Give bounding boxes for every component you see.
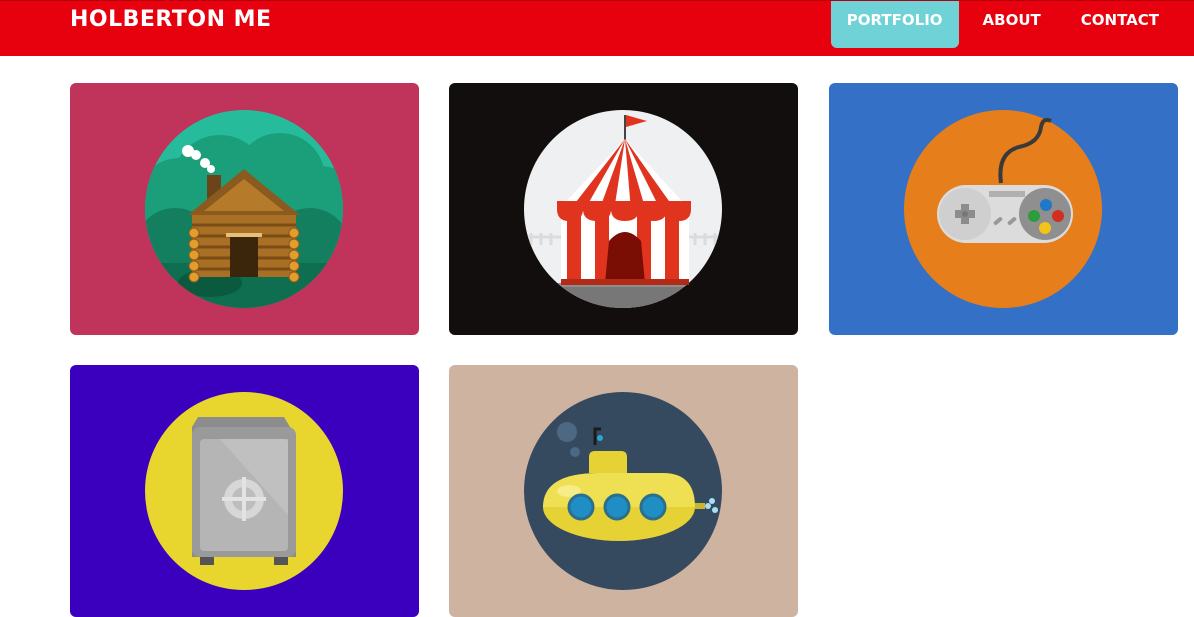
main-nav: PORTFOLIO ABOUT CONTACT xyxy=(830,1,1194,48)
log-cabin-icon xyxy=(145,110,343,308)
nav-item-about[interactable]: ABOUT xyxy=(963,1,1061,48)
portfolio-card-submarine[interactable] xyxy=(449,365,798,617)
top-navbar: HOLBERTON ME PORTFOLIO ABOUT CONTACT xyxy=(0,0,1194,56)
nav-item-contact[interactable]: CONTACT xyxy=(1061,1,1194,48)
game-controller-icon xyxy=(904,110,1102,308)
safe-icon xyxy=(145,392,343,590)
portfolio-card-cabin[interactable] xyxy=(70,83,419,335)
brand-logo[interactable]: HOLBERTON ME xyxy=(70,7,272,33)
nav-item-portfolio[interactable]: PORTFOLIO xyxy=(830,1,959,48)
portfolio-card-circus[interactable] xyxy=(449,83,798,335)
portfolio-card-controller[interactable] xyxy=(829,83,1178,335)
circus-tent-icon xyxy=(524,110,722,308)
portfolio-card-safe[interactable] xyxy=(70,365,419,617)
submarine-icon xyxy=(524,392,722,590)
